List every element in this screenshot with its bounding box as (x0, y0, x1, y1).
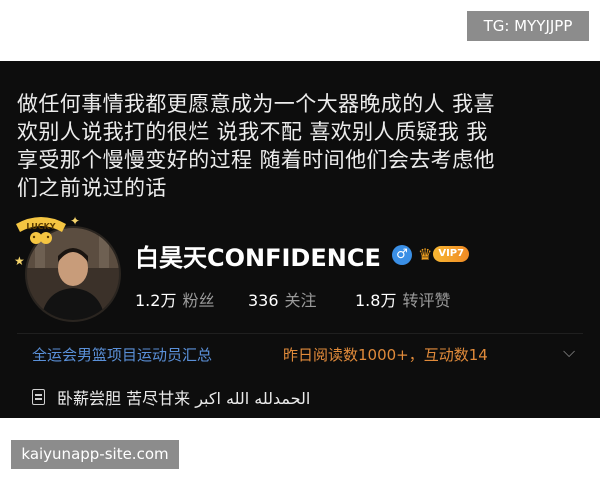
stat-followers[interactable]: 1.2万 粉丝 (135, 287, 214, 311)
stat-value: 336 (248, 291, 279, 310)
avatar-container[interactable]: LUCKY ✦ ★ (12, 210, 122, 322)
stat-value: 1.8万 (355, 291, 397, 310)
sparkle-icon: ✦ (70, 214, 81, 228)
vip-badge[interactable]: ♛ VIP7 (418, 244, 470, 264)
document-icon (32, 389, 45, 405)
stat-label: 粉丝 (182, 291, 215, 310)
bio-text: 卧薪尝胆 苦尽甘来 الحمدلله الله اكبر (57, 389, 311, 408)
stat-label: 关注 (284, 291, 317, 310)
promo-link[interactable]: 全运会男篮项目运动员汇总 (32, 344, 212, 365)
quote-line: 欢别人说我打的很烂 说我不配 喜欢别人质疑我 我 (17, 120, 488, 144)
divider (17, 333, 583, 334)
watermark-bottom: kaiyunapp-site.com (11, 440, 179, 469)
stat-label: 转评赞 (402, 291, 451, 310)
vip-level: VIP7 (433, 246, 470, 262)
stat-following[interactable]: 336 关注 (248, 287, 317, 311)
quote-text: 做任何事情我都更愿意成为一个大器晚成的人 我喜 欢别人说我打的很烂 说我不配 喜… (17, 90, 587, 202)
crown-icon: ♛ (418, 244, 433, 264)
sparkle-icon: ★ (14, 254, 25, 268)
chevron-down-icon[interactable]: ⌵ (563, 342, 575, 362)
stat-interactions[interactable]: 1.8万 转评赞 (355, 287, 450, 311)
quote-line: 们之前说过的话 (17, 176, 167, 200)
watermark-top: TG: MYYJJPP (467, 11, 589, 41)
bio-row: 卧薪尝胆 苦尽甘来 الحمدلله الله اكبر (32, 385, 310, 409)
quote-line: 做任何事情我都更愿意成为一个大器晚成的人 我喜 (17, 92, 495, 116)
stat-value: 1.2万 (135, 291, 177, 310)
lucky-badge-text: LUCKY (26, 222, 55, 231)
male-icon: ♂ (392, 245, 412, 265)
username: 白昊天CONFIDENCE (135, 244, 381, 272)
promo-stats: 昨日阅读数1000+，互动数14 (283, 346, 488, 364)
quote-line: 享受那个慢慢变好的过程 随着时间他们会去考虑他 (17, 148, 495, 172)
lucky-badge-icon: LUCKY (16, 217, 66, 244)
